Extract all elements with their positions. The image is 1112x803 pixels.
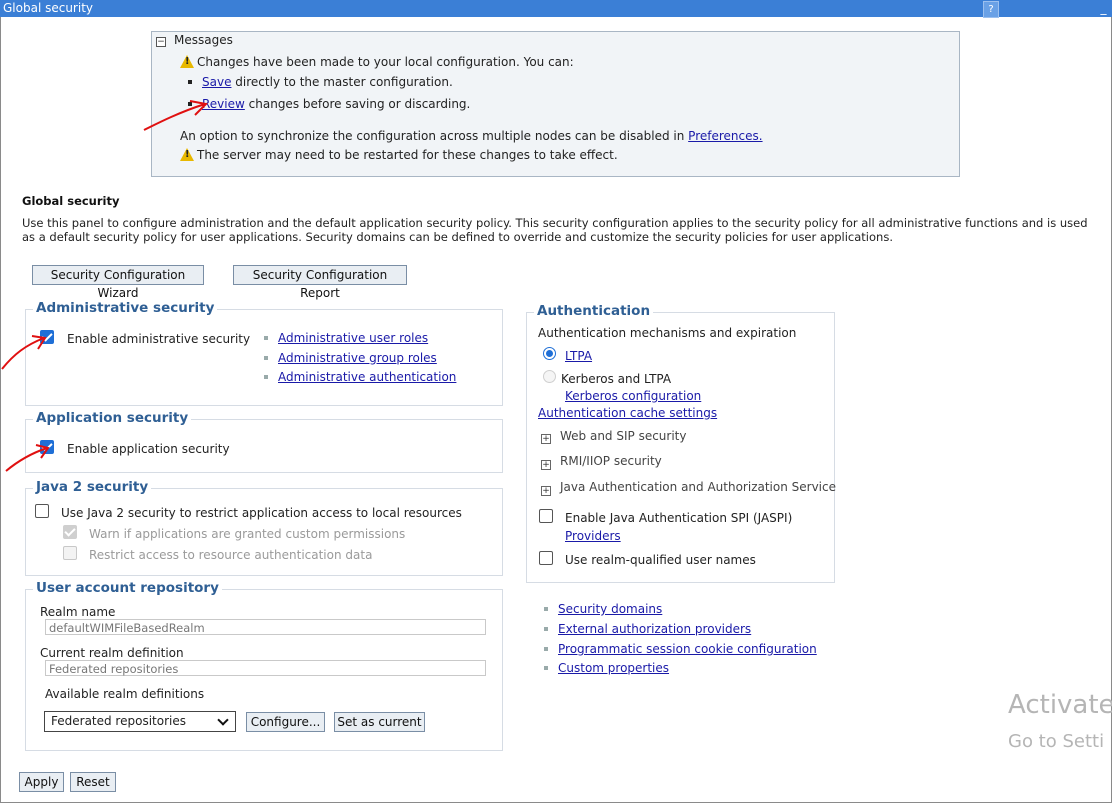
- red-annotation-arrows: [1, 100, 209, 472]
- annotation-arrow-app: [5, 444, 50, 472]
- annotation-arrow-admin: [1, 335, 47, 370]
- annotation-arrow-review: [143, 100, 209, 131]
